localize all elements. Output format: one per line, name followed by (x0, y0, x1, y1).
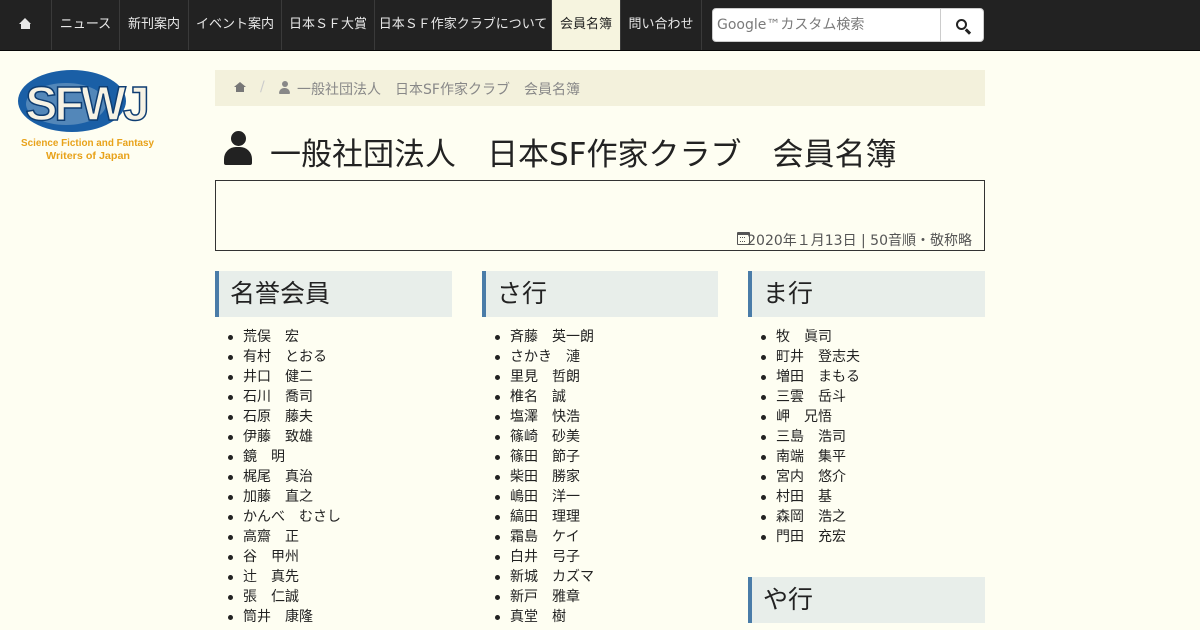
member-item: 霜島 ケイ (482, 527, 718, 547)
member-item: 加藤 直之 (215, 487, 452, 507)
logo-main-text: SFWJ (25, 78, 147, 131)
member-item: 嶋田 洋一 (482, 487, 718, 507)
member-item: 門田 充宏 (748, 527, 985, 547)
member-item: 三雲 岳斗 (748, 387, 985, 407)
member-item: 石原 藤夫 (215, 407, 452, 427)
top-navbar: ニュース 新刊案内 イベント案内 日本ＳＦ大賞 日本ＳＦ作家クラブについて 会員… (0, 0, 1200, 51)
nav-item-new-releases[interactable]: 新刊案内 (120, 0, 189, 50)
nav-item-sf-award[interactable]: 日本ＳＦ大賞 (282, 0, 375, 50)
member-item: 有村 とおる (215, 347, 452, 367)
member-item: 白井 弓子 (482, 547, 718, 567)
sfwj-logo[interactable]: SFWJ Science Fiction and Fantasy Writers… (14, 70, 159, 165)
member-item: 縞田 理理 (482, 507, 718, 527)
member-item: 石川 喬司 (215, 387, 452, 407)
member-item: 新戸 雅章 (482, 587, 718, 607)
nav-item-news[interactable]: ニュース (52, 0, 120, 50)
member-item: 村田 基 (748, 487, 985, 507)
member-item: 塩澤 快浩 (482, 407, 718, 427)
update-date-text: 2020年１月13日 | 50音順・敬称略 (747, 233, 972, 249)
logo-tagline-2: Writers of Japan (46, 150, 130, 162)
user-icon (224, 131, 252, 165)
member-list-honorary: 荒俣 宏有村 とおる 井口 健二 石川 喬司 石原 藤夫 伊藤 致雄鏡 明梶尾 真治 加藤… (215, 327, 452, 627)
user-icon (279, 81, 290, 94)
member-item: 増田 まもる (748, 367, 985, 387)
member-item: 宮内 悠介 (748, 467, 985, 487)
member-item: 三島 浩司 (748, 427, 985, 447)
member-item: 高齋 正 (215, 527, 452, 547)
section-heading-honorary: 名誉会員 (215, 271, 452, 317)
member-item: かんべ むさし (215, 507, 452, 527)
member-item: 篠田 節子 (482, 447, 718, 467)
member-item: 伊藤 致雄 (215, 427, 452, 447)
member-list-ma-row: 牧 眞司 町井 登志夫 増田 まもる 三雲 岳斗岬 兄悟 三島 浩司 南端 集平 宮内 悠介… (748, 327, 985, 547)
member-item: 椎名 誠 (482, 387, 718, 407)
member-item: 張 仁誠 (215, 587, 452, 607)
home-icon[interactable] (234, 82, 246, 92)
nav-item-about[interactable]: 日本ＳＦ作家クラブについて (375, 0, 552, 50)
member-item: 森岡 浩之 (748, 507, 985, 527)
member-item: 梶尾 真治 (215, 467, 452, 487)
member-item: 筒井 康隆 (215, 607, 452, 627)
member-item: 谷 甲州 (215, 547, 452, 567)
member-item: 井口 健二 (215, 367, 452, 387)
sfwj-logo-mark: SFWJ Science Fiction and Fantasy Writers… (18, 70, 154, 162)
section-heading-sa-row: さ行 (482, 271, 718, 317)
breadcrumb-separator: / (260, 79, 265, 95)
nav-item-events[interactable]: イベント案内 (189, 0, 282, 50)
member-list-sa-row: 斉藤 英一朗 さかき 漣里見 哲朗 椎名 誠塩澤 快浩 篠崎 砂美 篠田 節子 柴田 勝家… (482, 327, 718, 627)
section-heading-ya-row: や行 (748, 577, 985, 623)
nav-home[interactable] (0, 0, 52, 50)
member-item: 岬 兄悟 (748, 407, 985, 427)
member-item: さかき 漣 (482, 347, 718, 367)
member-item: 牧 眞司 (748, 327, 985, 347)
member-item: 真堂 樹 (482, 607, 718, 627)
breadcrumb: / 一般社団法人 日本SF作家クラブ 会員名簿 (215, 70, 985, 106)
member-item: 荒俣 宏 (215, 327, 452, 347)
member-item: 篠崎 砂美 (482, 427, 718, 447)
nav-item-member-list[interactable]: 会員名簿 (552, 0, 621, 50)
member-item: 新城 カズマ (482, 567, 718, 587)
logo-tagline-1: Science Fiction and Fantasy (21, 137, 154, 149)
member-item: 里見 哲朗 (482, 367, 718, 387)
info-box: 2020年１月13日 | 50音順・敬称略 (215, 180, 985, 251)
home-icon (19, 17, 32, 29)
nav-item-contact[interactable]: 問い合わせ (621, 0, 702, 50)
member-item: 柴田 勝家 (482, 467, 718, 487)
member-item: 鏡 明 (215, 447, 452, 467)
member-item: 南端 集平 (748, 447, 985, 467)
page-title: 一般社団法人 日本SF作家クラブ 会員名簿 (270, 137, 897, 173)
breadcrumb-current: 一般社団法人 日本SF作家クラブ 会員名簿 (297, 82, 580, 98)
search-input[interactable] (712, 8, 942, 42)
member-item: 斉藤 英一朗 (482, 327, 718, 347)
search-button[interactable] (940, 8, 984, 42)
section-heading-ma-row: ま行 (748, 271, 985, 317)
member-item: 町井 登志夫 (748, 347, 985, 367)
member-item: 辻 真先 (215, 567, 452, 587)
